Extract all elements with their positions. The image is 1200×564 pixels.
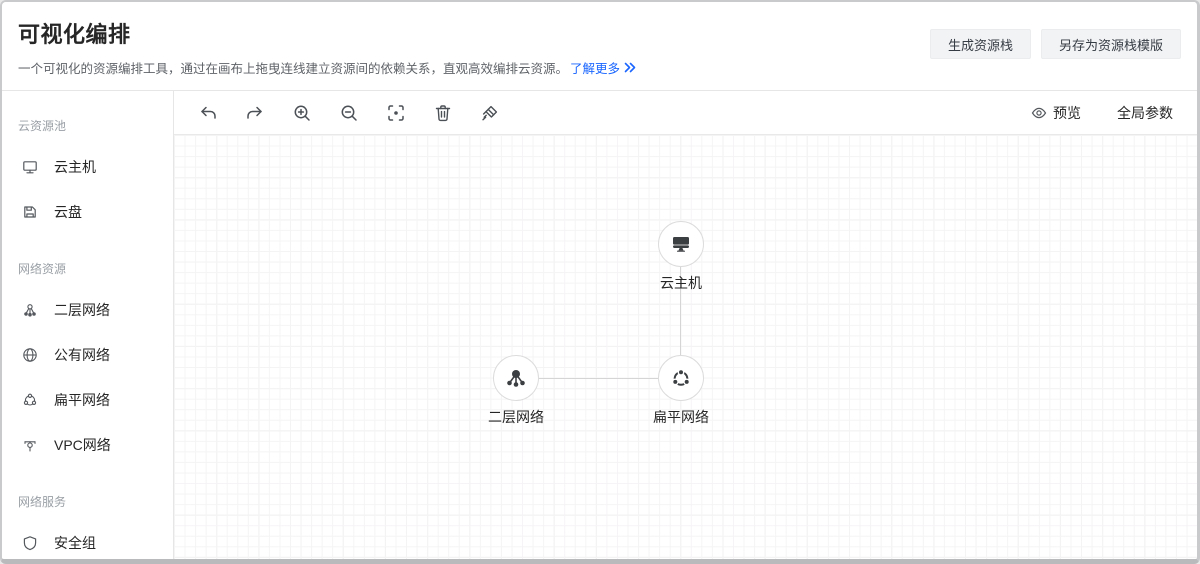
- flat-network-node-icon: [669, 366, 693, 390]
- sidebar-item-vpc-network[interactable]: VPC网络: [2, 422, 173, 467]
- disk-icon: [22, 204, 38, 220]
- orchestration-canvas[interactable]: 云主机 二层网络: [174, 135, 1197, 559]
- sidebar-item-public-network[interactable]: 公有网络: [2, 332, 173, 377]
- toolbar-tools: [198, 103, 500, 123]
- toolbar-right: 预览 全局参数: [1031, 103, 1173, 123]
- resource-sidebar: 云资源池 云主机 云盘: [2, 91, 174, 559]
- sidebar-section-network-resources: 网络资源: [18, 260, 157, 277]
- host-node-icon: [669, 232, 693, 256]
- sidebar-item-label: 安全组: [54, 533, 96, 553]
- header-actions: 生成资源栈 另存为资源栈模版: [930, 29, 1181, 59]
- l2-network-icon: [22, 302, 38, 318]
- edge-l2-flat: [539, 378, 658, 379]
- node-label-l2-network: 二层网络: [471, 407, 561, 427]
- sidebar-item-l2-network[interactable]: 二层网络: [2, 287, 173, 332]
- editor-main: 预览 全局参数 云主: [174, 91, 1197, 559]
- sidebar-item-flat-network[interactable]: 扁平网络: [2, 377, 173, 422]
- sidebar-item-label: 云盘: [54, 202, 82, 222]
- sidebar-section-network-services: 网络服务: [18, 493, 157, 510]
- page-subtitle: 一个可视化的资源编排工具，通过在画布上拖曳连线建立资源间的依赖关系，直观高效编排…: [18, 58, 1181, 77]
- sidebar-item-label: 二层网络: [54, 300, 110, 320]
- fit-view-icon[interactable]: [386, 103, 406, 123]
- l2-network-node-icon: [504, 366, 528, 390]
- page-subtitle-text: 一个可视化的资源编排工具，通过在画布上拖曳连线建立资源间的依赖关系，直观高效编排…: [18, 58, 568, 77]
- redo-icon[interactable]: [245, 103, 265, 123]
- sidebar-item-label: VPC网络: [54, 435, 111, 455]
- node-label-flat-network: 扁平网络: [636, 407, 726, 427]
- learn-more-label: 了解更多: [570, 58, 620, 77]
- flat-network-icon: [22, 392, 38, 408]
- node-flat-network[interactable]: [658, 355, 704, 401]
- double-chevron-right-icon: [624, 62, 636, 73]
- page-header: 可视化编排 一个可视化的资源编排工具，通过在画布上拖曳连线建立资源间的依赖关系，…: [2, 2, 1197, 91]
- app-window: 可视化编排 一个可视化的资源编排工具，通过在画布上拖曳连线建立资源间的依赖关系，…: [0, 0, 1200, 564]
- preview-button[interactable]: 预览: [1031, 103, 1081, 123]
- global-params-button[interactable]: 全局参数: [1117, 103, 1173, 123]
- save-as-template-button[interactable]: 另存为资源栈模版: [1041, 29, 1181, 59]
- sidebar-item-label: 扁平网络: [54, 390, 110, 410]
- node-l2-network[interactable]: [493, 355, 539, 401]
- vpc-network-icon: [22, 437, 38, 453]
- delete-icon[interactable]: [433, 103, 453, 123]
- clear-icon[interactable]: [480, 103, 500, 123]
- sidebar-item-cloud-host[interactable]: 云主机: [2, 144, 173, 189]
- security-group-icon: [22, 535, 38, 551]
- page-body: 云资源池 云主机 云盘: [2, 91, 1197, 559]
- sidebar-item-cloud-disk[interactable]: 云盘: [2, 189, 173, 234]
- undo-icon[interactable]: [198, 103, 218, 123]
- public-network-icon: [22, 347, 38, 363]
- node-cloud-host[interactable]: [658, 221, 704, 267]
- sidebar-item-label: 云主机: [54, 157, 96, 177]
- sidebar-section-cloud-pool: 云资源池: [18, 117, 157, 134]
- canvas-toolbar: 预览 全局参数: [174, 91, 1197, 135]
- zoom-in-icon[interactable]: [292, 103, 312, 123]
- sidebar-item-label: 公有网络: [54, 345, 110, 365]
- generate-stack-button[interactable]: 生成资源栈: [930, 29, 1031, 59]
- eye-icon: [1031, 105, 1047, 121]
- zoom-out-icon[interactable]: [339, 103, 359, 123]
- learn-more-link[interactable]: 了解更多: [570, 58, 636, 77]
- preview-label: 预览: [1053, 103, 1081, 123]
- sidebar-item-security-group[interactable]: 安全组: [2, 520, 173, 559]
- node-label-cloud-host: 云主机: [636, 273, 726, 293]
- host-icon: [22, 159, 38, 175]
